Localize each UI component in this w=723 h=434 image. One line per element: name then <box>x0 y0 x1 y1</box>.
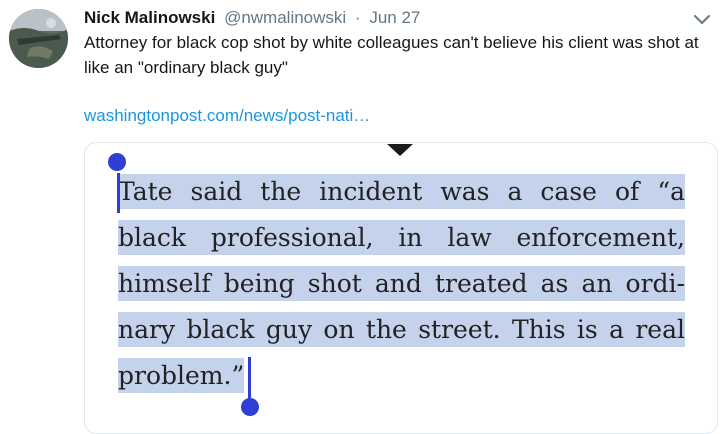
quote-text: Tate said the incident was a case of “a … <box>118 169 685 399</box>
avatar[interactable] <box>9 9 68 68</box>
selection-start-cursor <box>117 173 120 213</box>
article-link[interactable]: washingtonpost.com/news/post-nati… <box>84 103 370 128</box>
tweet: Nick Malinowski @nwmalinowski · Jun 27 A… <box>0 0 723 434</box>
selection-end-cursor <box>248 357 251 401</box>
selected-text: Tate said the incident was a case of “a … <box>118 174 685 393</box>
caret-down-icon <box>387 144 413 156</box>
selection-end-handle[interactable] <box>241 398 259 416</box>
header-separator: · <box>354 8 361 27</box>
media-card[interactable]: Tate said the incident was a case of “a … <box>84 142 718 434</box>
tweet-date[interactable]: Jun 27 <box>369 8 420 27</box>
author-name[interactable]: Nick Malinowski <box>84 8 215 27</box>
avatar-image <box>9 9 68 68</box>
chevron-down-icon[interactable] <box>691 10 713 28</box>
selection-start-handle[interactable] <box>108 153 126 171</box>
author-handle[interactable]: @nwmalinowski <box>224 8 346 27</box>
tweet-text: Attorney for black cop shot by white col… <box>84 33 699 77</box>
tweet-header: Nick Malinowski @nwmalinowski · Jun 27 <box>84 6 420 30</box>
